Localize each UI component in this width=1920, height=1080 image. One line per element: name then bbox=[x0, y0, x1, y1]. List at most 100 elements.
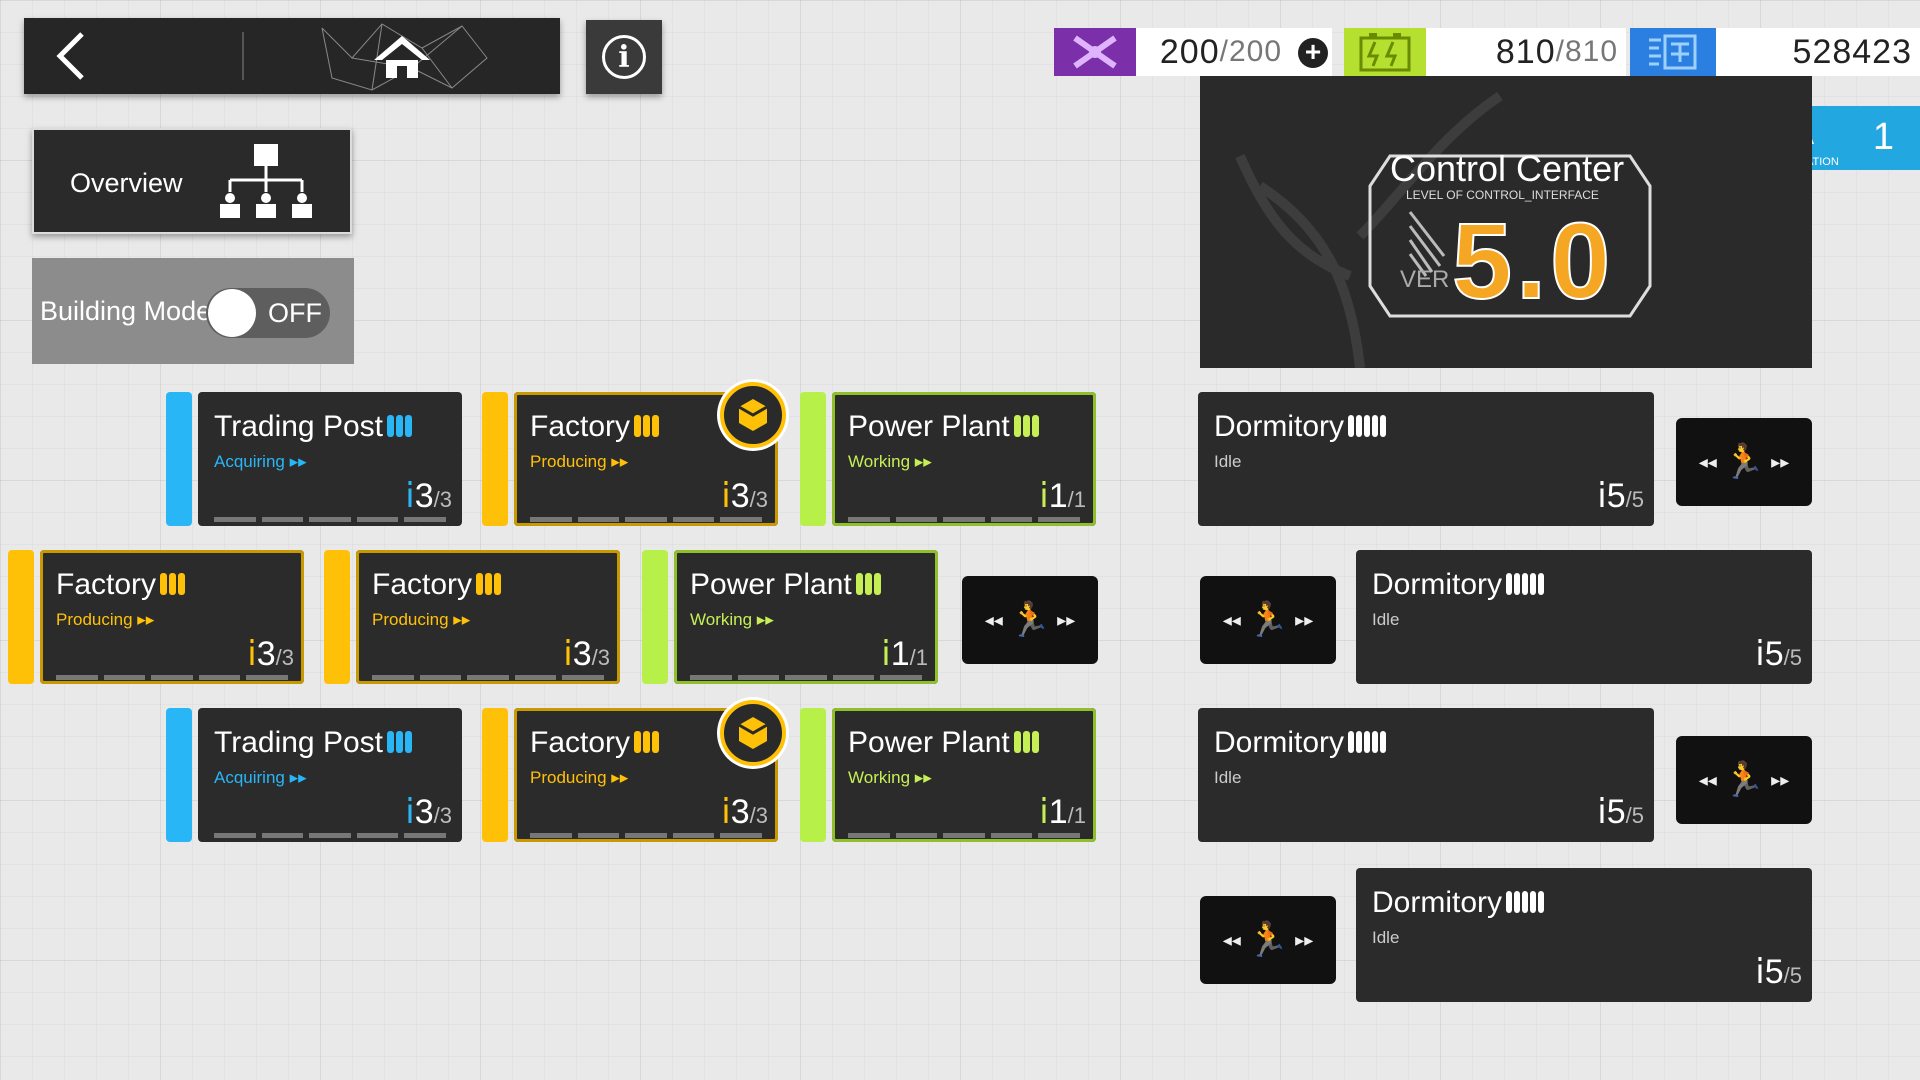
room-trading-post[interactable]: Trading Post Acquiring ▸▸ ⅰ3/3 bbox=[166, 708, 462, 842]
power-max: /810 bbox=[1555, 35, 1618, 68]
room-name: Dormitory bbox=[1372, 568, 1546, 603]
corridor-button[interactable]: ◂◂ 🏃 ▸▸ bbox=[1676, 736, 1812, 824]
room-color-strip bbox=[800, 708, 826, 842]
room-status: Producing ▸▸ bbox=[530, 768, 629, 787]
room-name: Factory bbox=[56, 568, 187, 603]
drone-max: /200 bbox=[1219, 35, 1282, 68]
room-color-strip bbox=[642, 550, 668, 684]
drone-icon bbox=[1054, 28, 1136, 76]
currency-icon bbox=[1630, 28, 1716, 76]
currency-value: 528423 bbox=[1716, 28, 1920, 76]
room-name: Power Plant bbox=[848, 410, 1041, 445]
home-button[interactable] bbox=[244, 18, 560, 94]
level-bars-icon bbox=[634, 411, 661, 445]
room-power-plant[interactable]: Power Plant Working ▸▸ ⅰ1/1 bbox=[800, 392, 1096, 526]
operator-count: ⅰ1/1 bbox=[1039, 793, 1086, 831]
room-card: Dormitory Idle ⅰ5/5 bbox=[1356, 550, 1812, 684]
room-card: Power Plant Working ▸▸ ⅰ1/1 bbox=[832, 392, 1096, 526]
operator-slots bbox=[214, 517, 446, 522]
level-bars-icon bbox=[1348, 727, 1388, 761]
room-status: Idle bbox=[1372, 928, 1400, 947]
room-color-strip bbox=[324, 550, 350, 684]
room-color-strip bbox=[166, 708, 192, 842]
corridor-button[interactable]: ◂◂ 🏃 ▸▸ bbox=[1200, 576, 1336, 664]
room-card: Dormitory Idle ⅰ5/5 bbox=[1198, 392, 1654, 526]
room-color-strip bbox=[8, 550, 34, 684]
room-dormitory[interactable]: Dormitory Idle ⅰ5/5 bbox=[1356, 868, 1812, 1002]
corridor-button[interactable]: ◂◂ 🏃 ▸▸ bbox=[1676, 418, 1812, 506]
operator-slots bbox=[530, 833, 762, 838]
room-factory[interactable]: Factory Producing ▸▸ ⅰ3/3 bbox=[324, 550, 620, 684]
corridor-button[interactable]: ◂◂ 🏃 ▸▸ bbox=[962, 576, 1098, 664]
room-name: Power Plant bbox=[690, 568, 883, 603]
room-factory[interactable]: Factory Producing ▸▸ ⅰ3/3 bbox=[8, 550, 304, 684]
running-person-icon: 🏃 bbox=[1722, 443, 1766, 481]
room-power-plant[interactable]: Power Plant Working ▸▸ ⅰ1/1 bbox=[642, 550, 938, 684]
room-card: Dormitory Idle ⅰ5/5 bbox=[1198, 708, 1654, 842]
cube-icon bbox=[738, 399, 768, 431]
add-drone-button[interactable]: + bbox=[1298, 38, 1328, 68]
running-person-icon: 🏃 bbox=[1246, 921, 1290, 959]
cube-icon bbox=[738, 717, 768, 749]
room-status: Idle bbox=[1372, 610, 1400, 629]
room-dormitory[interactable]: Dormitory Idle ⅰ5/5 bbox=[1198, 708, 1654, 842]
level-bars-icon bbox=[160, 569, 187, 603]
room-name: Trading Post bbox=[214, 726, 414, 761]
corridor-button[interactable]: ◂◂ 🏃 ▸▸ bbox=[1200, 896, 1336, 984]
drone-current: 200 bbox=[1159, 32, 1220, 71]
room-color-strip bbox=[800, 392, 826, 526]
hierarchy-icon bbox=[220, 144, 312, 218]
room-name: Factory bbox=[530, 726, 661, 761]
info-icon: i bbox=[602, 35, 646, 79]
room-status: Acquiring ▸▸ bbox=[214, 768, 307, 787]
product-ready-badge[interactable] bbox=[720, 700, 786, 766]
level-bars-icon bbox=[1348, 411, 1388, 445]
running-person-icon: 🏃 bbox=[1722, 761, 1766, 799]
operator-count: ⅰ5/5 bbox=[1597, 793, 1644, 831]
room-color-strip bbox=[482, 708, 508, 842]
control-center-room[interactable]: Control Center LEVEL OF CONTROL_INTERFAC… bbox=[1200, 76, 1812, 368]
top-nav-bar bbox=[24, 18, 560, 94]
room-card: Factory Producing ▸▸ ⅰ3/3 bbox=[40, 550, 304, 684]
room-dormitory[interactable]: Dormitory Idle ⅰ5/5 bbox=[1198, 392, 1654, 526]
power-current: 810 bbox=[1495, 32, 1556, 71]
home-icon bbox=[321, 23, 488, 91]
operator-slots bbox=[848, 833, 1080, 838]
operator-slots bbox=[372, 675, 604, 680]
version-number: 5.0 bbox=[1451, 199, 1615, 322]
room-card: Power Plant Working ▸▸ ⅰ1/1 bbox=[832, 708, 1096, 842]
operator-count: ⅰ3/3 bbox=[721, 477, 768, 515]
operator-count: ⅰ1/1 bbox=[881, 635, 928, 673]
level-bars-icon bbox=[476, 569, 503, 603]
level-bars-icon bbox=[1013, 727, 1041, 761]
level-bars-icon bbox=[1506, 887, 1546, 921]
operator-count: ⅰ1/1 bbox=[1039, 477, 1086, 515]
info-button[interactable]: i bbox=[586, 20, 662, 94]
room-status: Idle bbox=[1214, 452, 1242, 471]
room-name: Trading Post bbox=[214, 410, 414, 445]
level-bars-icon bbox=[855, 569, 883, 603]
product-ready-badge[interactable] bbox=[720, 382, 786, 448]
overview-button[interactable]: Overview bbox=[32, 128, 352, 234]
level-bars-icon bbox=[634, 727, 661, 761]
building-mode-toggle[interactable]: OFF bbox=[206, 288, 330, 338]
version-label: VER bbox=[1400, 266, 1450, 293]
back-button[interactable] bbox=[24, 18, 242, 94]
room-name: Dormitory bbox=[1372, 886, 1546, 921]
room-color-strip bbox=[166, 392, 192, 526]
operator-count: ⅰ3/3 bbox=[247, 635, 294, 673]
power-resource: 810/810 bbox=[1344, 28, 1626, 76]
room-card: Trading Post Acquiring ▸▸ ⅰ3/3 bbox=[198, 708, 462, 842]
room-name: Dormitory bbox=[1214, 726, 1388, 761]
running-person-icon: 🏃 bbox=[1008, 601, 1052, 639]
room-status: Producing ▸▸ bbox=[56, 610, 155, 629]
room-name: Power Plant bbox=[848, 726, 1041, 761]
room-status: Working ▸▸ bbox=[848, 768, 932, 787]
operator-slots bbox=[848, 517, 1080, 522]
room-status: Working ▸▸ bbox=[690, 610, 774, 629]
room-dormitory[interactable]: Dormitory Idle ⅰ5/5 bbox=[1356, 550, 1812, 684]
room-power-plant[interactable]: Power Plant Working ▸▸ ⅰ1/1 bbox=[800, 708, 1096, 842]
room-trading-post[interactable]: Trading Post Acquiring ▸▸ ⅰ3/3 bbox=[166, 392, 462, 526]
room-name: Factory bbox=[530, 410, 661, 445]
room-status: Producing ▸▸ bbox=[372, 610, 471, 629]
